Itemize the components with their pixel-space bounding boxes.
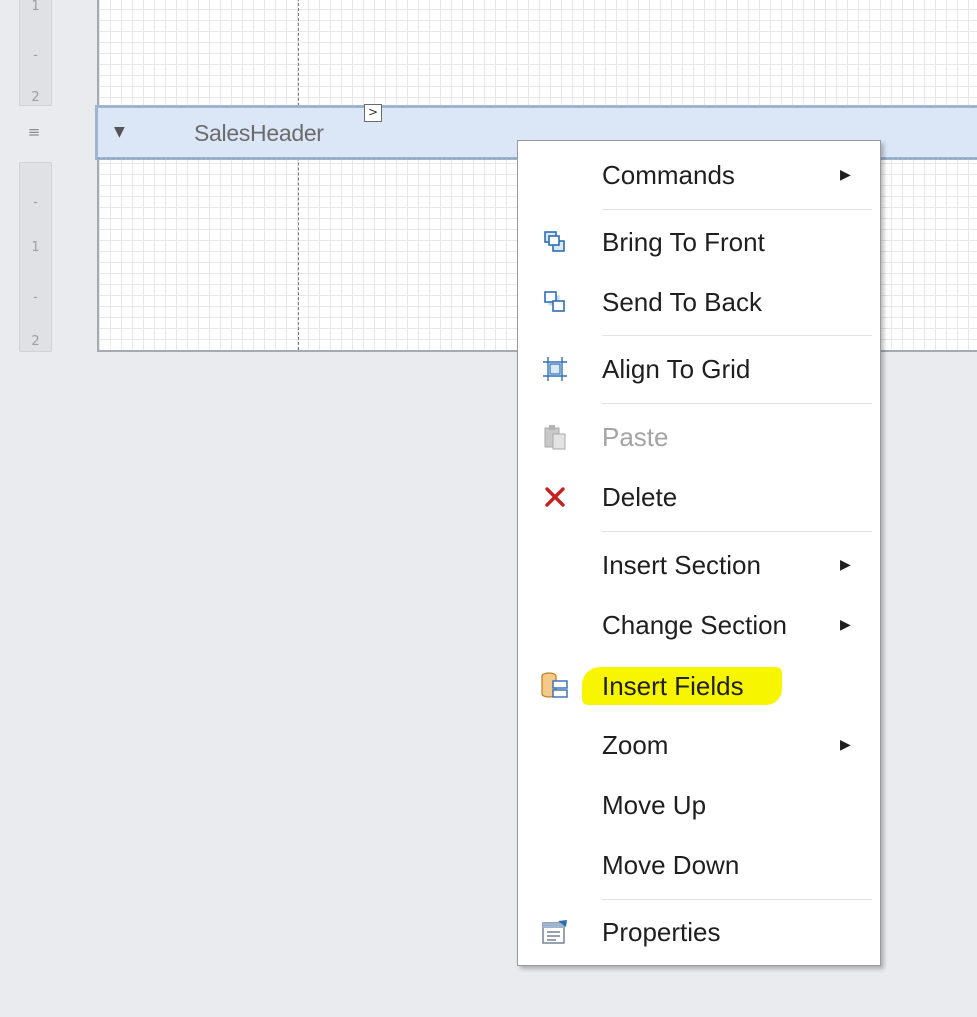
menu-separator — [602, 531, 872, 532]
ruler-mark: - — [33, 48, 38, 63]
menu-separator — [602, 209, 872, 210]
ruler-mark: 2 — [31, 334, 40, 349]
submenu-arrow-icon: ▶ — [840, 167, 851, 183]
insert-fields-icon — [537, 668, 573, 704]
menu-item-change-section[interactable]: Change Section ▶ — [518, 600, 880, 650]
menu-item-label: Properties — [602, 916, 721, 947]
ruler-mark: 1 — [31, 0, 40, 14]
menu-item-zoom[interactable]: Zoom ▶ — [518, 720, 880, 770]
smart-tag-icon[interactable]: > — [364, 104, 382, 122]
properties-icon — [537, 914, 573, 950]
menu-item-move-down[interactable]: Move Down — [518, 840, 880, 890]
band-label: SalesHeader — [194, 120, 324, 146]
menu-item-label: Insert Section — [602, 549, 761, 580]
menu-item-label: Move Up — [602, 789, 707, 820]
menu-item-label: Bring To Front — [602, 226, 765, 257]
menu-item-bring-to-front[interactable]: Bring To Front — [518, 217, 880, 267]
menu-item-properties[interactable]: Properties — [518, 907, 880, 957]
margin-guide-line — [298, 0, 299, 350]
menu-item-insert-fields[interactable]: Insert Fields — [518, 661, 880, 711]
vertical-ruler-bottom: - 1 - 2 — [19, 162, 52, 352]
menu-item-move-up[interactable]: Move Up — [518, 780, 880, 830]
send-to-back-icon — [537, 284, 573, 320]
submenu-arrow-icon: ▶ — [840, 737, 851, 753]
menu-item-label: Move Down — [602, 849, 740, 880]
menu-item-insert-section[interactable]: Insert Section ▶ — [518, 540, 880, 590]
submenu-arrow-icon: ▶ — [840, 617, 851, 633]
ruler-mark: - — [33, 290, 38, 305]
menu-item-label: Delete — [602, 481, 678, 512]
submenu-arrow-icon: ▶ — [840, 557, 851, 573]
menu-item-label: Change Section — [602, 609, 788, 640]
menu-item-label: Paste — [602, 421, 669, 452]
delete-icon — [537, 479, 573, 515]
menu-item-align-to-grid[interactable]: Align To Grid — [518, 344, 880, 394]
context-menu: Commands ▶ Bring To Front Send To Back A… — [517, 140, 881, 966]
vertical-ruler-top: 1 - 2 — [19, 0, 52, 106]
menu-item-label: Insert Fields — [602, 670, 744, 701]
collapse-arrow-icon[interactable]: ▼ — [114, 124, 125, 140]
menu-item-label: Commands — [602, 159, 735, 190]
menu-separator — [602, 403, 872, 404]
menu-item-label: Send To Back — [602, 286, 762, 317]
menu-separator — [602, 335, 872, 336]
ruler-handle-icon[interactable]: ≡ — [26, 125, 42, 140]
menu-item-send-to-back[interactable]: Send To Back — [518, 277, 880, 327]
align-to-grid-icon — [537, 351, 573, 387]
ruler-mark: 1 — [31, 240, 40, 255]
ruler-mark: 2 — [31, 90, 40, 105]
paste-icon — [537, 419, 573, 455]
bring-to-front-icon — [537, 224, 573, 260]
ruler-mark: - — [33, 195, 38, 210]
menu-item-paste: Paste — [518, 412, 880, 462]
menu-item-delete[interactable]: Delete — [518, 472, 880, 522]
menu-separator — [602, 899, 872, 900]
menu-item-label: Zoom — [602, 729, 669, 760]
menu-item-label: Align To Grid — [602, 353, 751, 384]
menu-item-commands[interactable]: Commands ▶ — [518, 150, 880, 200]
